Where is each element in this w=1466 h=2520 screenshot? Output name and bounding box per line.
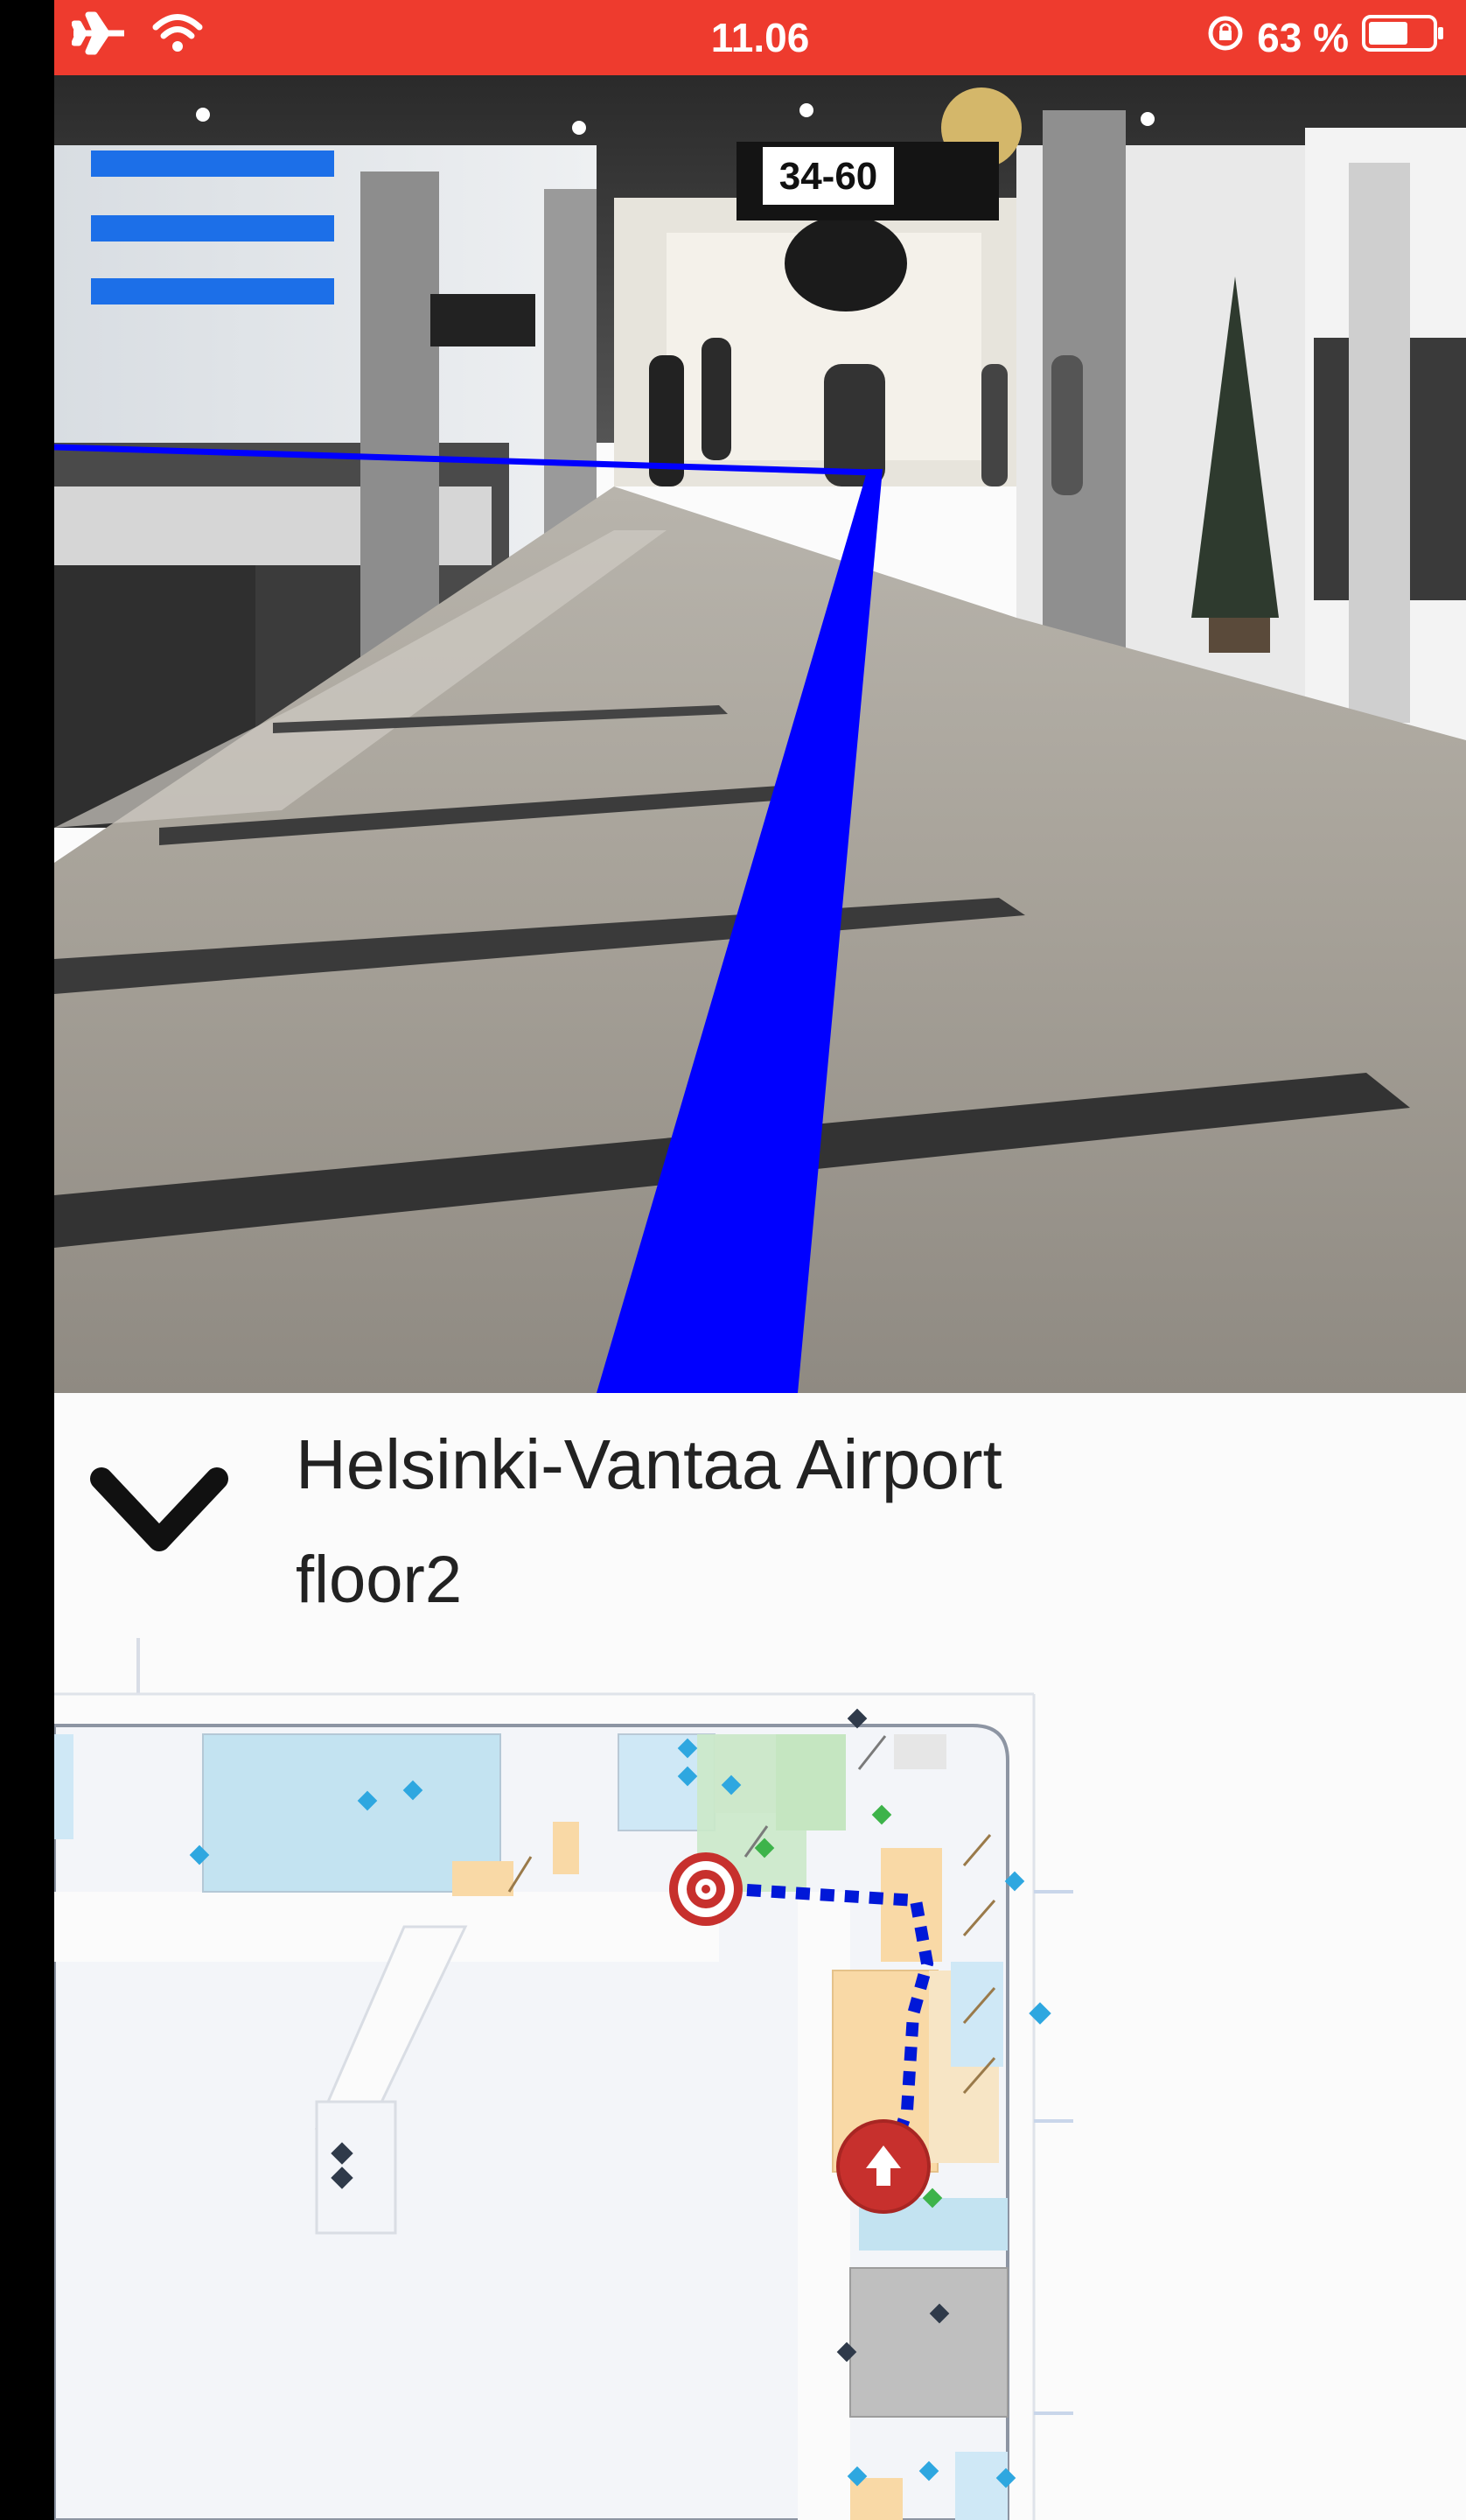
chevron-down-icon: [89, 1466, 229, 1567]
screen: 11.06 63 % 34-60 Helsinki-Vantaa Airport…: [0, 0, 1466, 2520]
collapse-button[interactable]: [89, 1460, 229, 1573]
target-icon[interactable]: [669, 1852, 743, 1926]
status-right: 63 %: [1206, 0, 1447, 75]
camera-image: 34-60: [54, 75, 1466, 1393]
floor-plan: [54, 1638, 1073, 2520]
battery-percent: 63 %: [1257, 15, 1349, 60]
floor-name: floor2: [296, 1543, 463, 1617]
left-bezel: [0, 0, 54, 2520]
ar-camera-view[interactable]: 34-60: [54, 75, 1466, 1393]
gate-sign-text: 34-60: [779, 155, 878, 198]
phone-screen: 11.06 63 % 34-60 Helsinki-Vantaa Airport…: [54, 0, 1466, 2520]
battery-icon: [1361, 13, 1447, 63]
rotation-lock-icon: [1206, 14, 1245, 62]
arrow-up-icon[interactable]: [836, 2119, 931, 2214]
venue-name: Helsinki-Vantaa Airport: [296, 1425, 1002, 1503]
indoor-map[interactable]: [54, 1638, 1466, 2520]
navigation-panel: Helsinki-Vantaa Airport floor2: [54, 1393, 1466, 1638]
status-bar: 11.06 63 %: [54, 0, 1466, 75]
